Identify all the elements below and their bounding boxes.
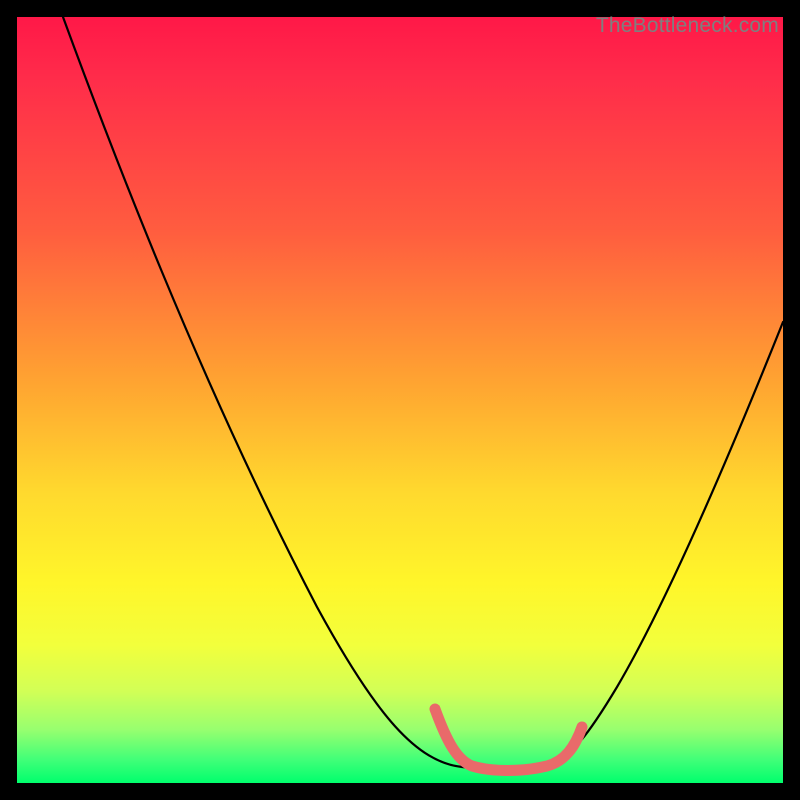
- highlight-segment-path: [435, 709, 582, 771]
- chart-frame: TheBottleneck.com: [0, 0, 800, 800]
- chart-svg: [17, 17, 783, 783]
- bottleneck-curve-path: [63, 17, 783, 769]
- plot-area: TheBottleneck.com: [17, 17, 783, 783]
